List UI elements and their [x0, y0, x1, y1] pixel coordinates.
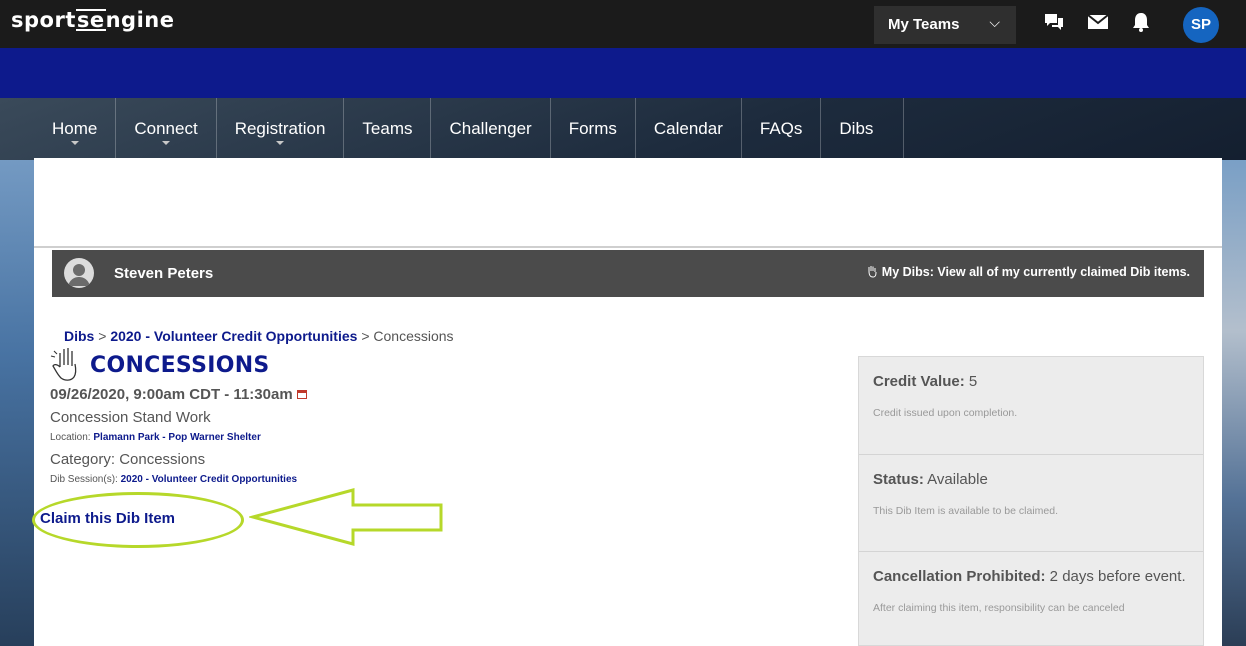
- annotation-arrow-icon: [249, 488, 443, 546]
- nav-item-connect[interactable]: Connect: [116, 98, 217, 158]
- cancellation-note: After claiming this item, responsibility…: [873, 602, 1125, 614]
- calendar-icon[interactable]: [296, 390, 307, 399]
- user-avatar[interactable]: SP: [1183, 7, 1219, 43]
- my-dibs-link[interactable]: My Dibs: View all of my currently claime…: [866, 265, 1190, 279]
- my-teams-dropdown[interactable]: My Teams ⌵: [874, 6, 1016, 44]
- item-session: Dib Session(s): 2020 - Volunteer Credit …: [50, 474, 298, 485]
- sportsengine-logo[interactable]: sportsengine: [11, 8, 174, 32]
- nav-item-registration[interactable]: Registration: [217, 98, 345, 158]
- dropdown-caret-icon: [70, 141, 79, 145]
- chat-icon[interactable]: [1043, 12, 1065, 32]
- my-teams-label: My Teams: [888, 16, 960, 33]
- background-left-edge: [0, 160, 34, 646]
- top-bar: sportsengine My Teams ⌵ SP: [0, 0, 1246, 48]
- breadcrumb-current: Concessions: [373, 328, 454, 344]
- breadcrumb-session-link[interactable]: 2020 - Volunteer Credit Opportunities: [110, 328, 357, 344]
- nav-item-challenger[interactable]: Challenger: [431, 98, 551, 158]
- cancellation-value: 2 days before event.: [1045, 568, 1186, 585]
- user-bar: Steven Peters My Dibs: View all of my cu…: [52, 250, 1204, 297]
- dropdown-caret-icon: [162, 141, 171, 145]
- item-description: Concession Stand Work: [50, 409, 211, 426]
- location-link[interactable]: Plamann Park - Pop Warner Shelter: [93, 432, 260, 443]
- credit-value-section: Credit Value: 5 Credit issued upon compl…: [859, 357, 1203, 454]
- nav-item-dibs[interactable]: Dibs: [821, 98, 905, 158]
- user-name[interactable]: Steven Peters: [114, 265, 213, 282]
- item-category: Category: Concessions: [50, 451, 206, 468]
- background-right-edge: [1222, 160, 1246, 646]
- dib-info-panel: Credit Value: 5 Credit issued upon compl…: [858, 356, 1204, 646]
- chevron-down-icon: ⌵: [989, 14, 1000, 30]
- nav-item-teams[interactable]: Teams: [344, 98, 432, 158]
- claim-dib-item-link[interactable]: Claim this Dib Item: [40, 510, 175, 527]
- cancellation-section: Cancellation Prohibited: 2 days before e…: [859, 551, 1203, 645]
- credit-value: 5: [964, 373, 978, 390]
- main-nav: Home Connect Registration Teams Challeng…: [34, 98, 1222, 158]
- dropdown-caret-icon: [276, 141, 285, 145]
- event-datetime: 09/26/2020, 9:00am CDT - 11:30am: [50, 386, 307, 403]
- session-link[interactable]: 2020 - Volunteer Credit Opportunities: [121, 474, 298, 485]
- hand-icon: [868, 266, 877, 278]
- nav-item-faqs[interactable]: FAQs: [742, 98, 822, 158]
- credit-note: Credit issued upon completion.: [873, 407, 1018, 419]
- breadcrumb: Dibs > 2020 - Volunteer Credit Opportuni…: [64, 328, 454, 344]
- user-avatar-icon[interactable]: [64, 258, 94, 288]
- status-section: Status: Available This Dib Item is avail…: [859, 454, 1203, 551]
- page-title: CONCESSIONS: [90, 353, 270, 378]
- nav-item-forms[interactable]: Forms: [551, 98, 636, 158]
- content-area: Steven Peters My Dibs: View all of my cu…: [32, 158, 1222, 646]
- breadcrumb-dibs-link[interactable]: Dibs: [64, 328, 94, 344]
- divider: [34, 246, 1222, 248]
- item-location: Location: Plamann Park - Pop Warner Shel…: [50, 432, 261, 443]
- raised-hand-icon: [50, 348, 77, 381]
- bell-icon[interactable]: [1130, 12, 1152, 32]
- header-band: [0, 48, 1246, 98]
- status-note: This Dib Item is available to be claimed…: [873, 505, 1058, 517]
- nav-item-home[interactable]: Home: [34, 98, 117, 158]
- mail-icon[interactable]: [1087, 12, 1109, 32]
- nav-item-calendar[interactable]: Calendar: [636, 98, 742, 158]
- status-value: Available: [923, 471, 988, 488]
